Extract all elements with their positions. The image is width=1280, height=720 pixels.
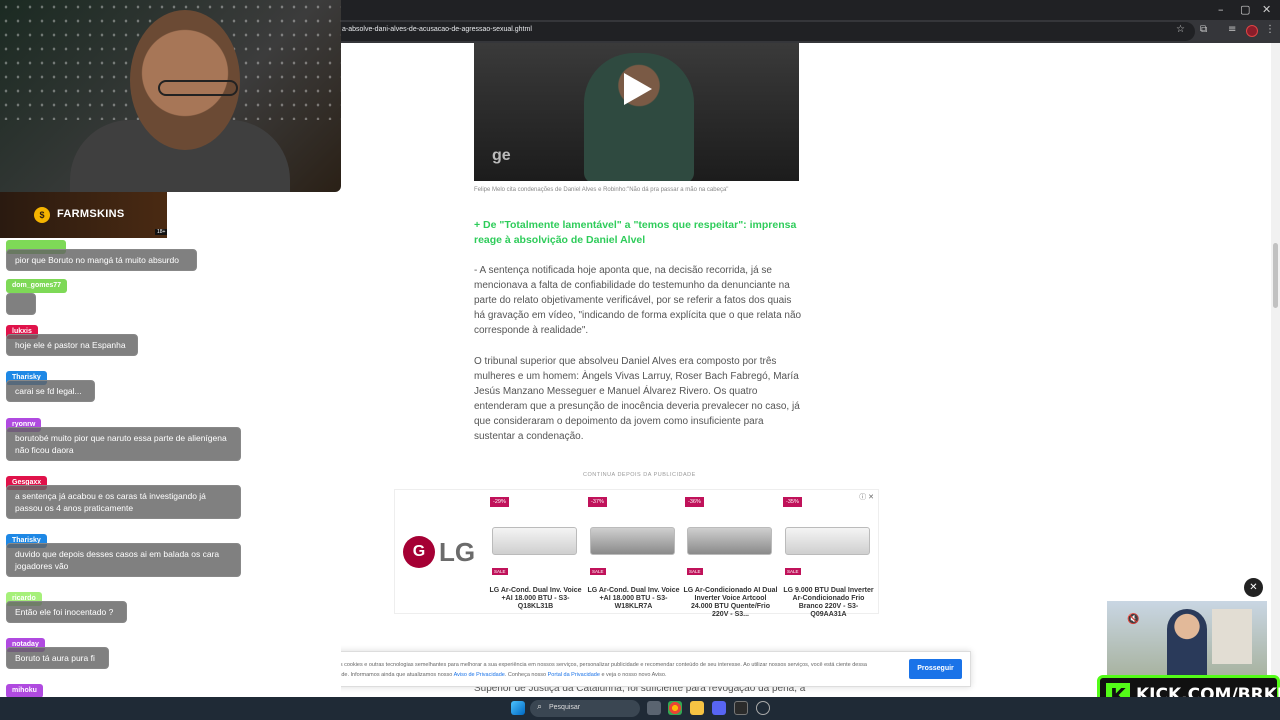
- address-bar[interactable]: a-absolve-dani-alves-de-acusacao-de-agre…: [330, 22, 1195, 41]
- streamer-webcam: [0, 0, 341, 192]
- obs-icon[interactable]: [756, 701, 770, 715]
- pip-reporter: [1167, 609, 1207, 676]
- sponsor-name: FARMSKINS: [57, 208, 125, 220]
- file-explorer-icon[interactable]: [690, 701, 704, 715]
- chat-text: carai se fd legal...: [6, 380, 95, 402]
- chat-text: Boruto tá aura pura fi: [6, 647, 109, 669]
- chat-username: dom_gomes77: [6, 279, 68, 293]
- ad-product[interactable]: -35% SALE LG 9.000 BTU Dual Inverter Ar-…: [781, 495, 876, 618]
- video-player[interactable]: ge: [474, 43, 799, 181]
- lg-logo-text: LG: [439, 537, 476, 567]
- webcam-glasses: [158, 80, 238, 96]
- chat-emote: [6, 293, 36, 315]
- chat-text: Então ele foi inocentado ?: [6, 601, 127, 623]
- discount-badge: -35%: [783, 497, 802, 507]
- cookie-text-part: e veja o nosso novo Aviso.: [599, 672, 667, 678]
- air-conditioner-image: [785, 527, 870, 555]
- taskbar-search[interactable]: ⌕ Pesquisar: [530, 700, 640, 717]
- bookmark-star-icon[interactable]: ☆: [1176, 24, 1185, 35]
- cookie-text: Nós usamos cookies e outras tecnologias …: [312, 660, 897, 680]
- related-article-link[interactable]: + De "Totalmente lamentável" a "temos qu…: [474, 218, 804, 248]
- ge-logo: ge: [492, 147, 511, 164]
- page-scrollbar[interactable]: [1271, 43, 1280, 697]
- article-paragraph: - A sentença notificada hoje aponta que,…: [474, 265, 802, 336]
- privacy-portal-link[interactable]: Portal da Privacidade: [548, 672, 600, 678]
- windows-taskbar: ⌕ Pesquisar: [0, 697, 1280, 720]
- ad-product[interactable]: -37% SALE LG Ar-Cond. Dual Inv. Voice +A…: [586, 495, 681, 613]
- article-page: ge Felipe Melo cita condenações de Danie…: [341, 43, 1271, 697]
- sale-tag: SALE: [785, 568, 801, 575]
- cookie-text-part: . Conheça nosso: [504, 672, 548, 678]
- discount-badge: -36%: [685, 497, 704, 507]
- age-rating: 18+: [155, 229, 168, 235]
- air-conditioner-image: [687, 527, 772, 555]
- product-name: LG Ar-Cond. Dual Inv. Voice +AI 18.000 B…: [489, 587, 582, 610]
- lg-logo: G LG: [403, 536, 483, 568]
- lg-advertisement[interactable]: ⓘ ✕ G LG -29% SALE LG Ar-Cond. Dual Inv.…: [394, 489, 879, 618]
- maximize-button[interactable]: ▢: [1240, 3, 1250, 16]
- play-icon[interactable]: [624, 73, 652, 105]
- muted-speaker-icon[interactable]: 🔇: [1127, 614, 1139, 625]
- cookie-accept-button[interactable]: Prosseguir: [909, 659, 962, 679]
- discount-badge: -37%: [588, 497, 607, 507]
- pip-building: [1212, 609, 1252, 664]
- chat-text: a sentença já acabou e os caras tá inves…: [6, 485, 241, 519]
- chat-text: pior que Boruto no mangá tá muito absurd…: [6, 249, 197, 271]
- scrollbar-thumb[interactable]: [1273, 243, 1278, 308]
- cookie-banner: Nós usamos cookies e outras tecnologias …: [303, 651, 971, 687]
- farmskins-sponsor-banner: $ FARMSKINS 18+: [0, 192, 168, 238]
- windows-start-icon[interactable]: [511, 701, 525, 715]
- ad-label: CONTINUA DEPOIS DA PUBLICIDADE: [583, 472, 696, 478]
- task-view-icon[interactable]: [647, 701, 661, 715]
- pip-close-button[interactable]: ✕: [1244, 578, 1263, 597]
- discount-badge: -29%: [490, 497, 509, 507]
- media-controls-icon[interactable]: ≡: [1228, 24, 1236, 35]
- ad-product[interactable]: -29% SALE LG Ar-Cond. Dual Inv. Voice +A…: [488, 495, 583, 613]
- lg-logo-mark: G: [403, 536, 435, 568]
- air-conditioner-image: [492, 527, 577, 555]
- product-name: LG Ar-Cond. Dual Inv. Voice +AI 18.000 B…: [587, 587, 680, 610]
- ad-product[interactable]: -36% SALE LG Ar-Condicionado AI Dual Inv…: [683, 495, 778, 618]
- sale-tag: SALE: [687, 568, 703, 575]
- chat-text: borutobé muito pior que naruto essa part…: [6, 427, 241, 461]
- product-name: LG Ar-Condicionado AI Dual Inverter Voic…: [683, 587, 778, 618]
- profile-avatar-icon[interactable]: [1246, 25, 1258, 37]
- air-conditioner-image: [590, 527, 675, 555]
- url-text: a-absolve-dani-alves-de-acusacao-de-agre…: [342, 26, 532, 33]
- farmskins-logo-icon: $: [34, 207, 50, 223]
- chat-text: hoje ele é pastor na Espanha: [6, 334, 138, 356]
- sale-tag: SALE: [492, 568, 508, 575]
- minimize-button[interactable]: –: [1218, 3, 1224, 16]
- extensions-icon[interactable]: ⧉: [1200, 24, 1207, 35]
- article-paragraph: O tribunal superior que absolveu Daniel …: [474, 356, 800, 442]
- search-placeholder: Pesquisar: [549, 704, 581, 711]
- browser-menu-icon[interactable]: ⋮: [1265, 24, 1275, 35]
- close-window-button[interactable]: ✕: [1262, 3, 1271, 16]
- video-caption: Felipe Melo cita condenações de Daniel A…: [474, 187, 729, 193]
- sale-tag: SALE: [590, 568, 606, 575]
- privacy-notice-link[interactable]: Aviso de Privacidade: [454, 672, 505, 678]
- pip-video[interactable]: 🔇: [1107, 601, 1267, 676]
- terminal-icon[interactable]: [734, 701, 748, 715]
- product-name: LG 9.000 BTU Dual Inverter Ar-Condiciona…: [783, 587, 874, 618]
- chat-text: duvido que depois desses casos ai em bal…: [6, 543, 241, 577]
- search-icon: ⌕: [537, 702, 543, 712]
- chrome-icon[interactable]: [668, 701, 682, 715]
- discord-icon[interactable]: [712, 701, 726, 715]
